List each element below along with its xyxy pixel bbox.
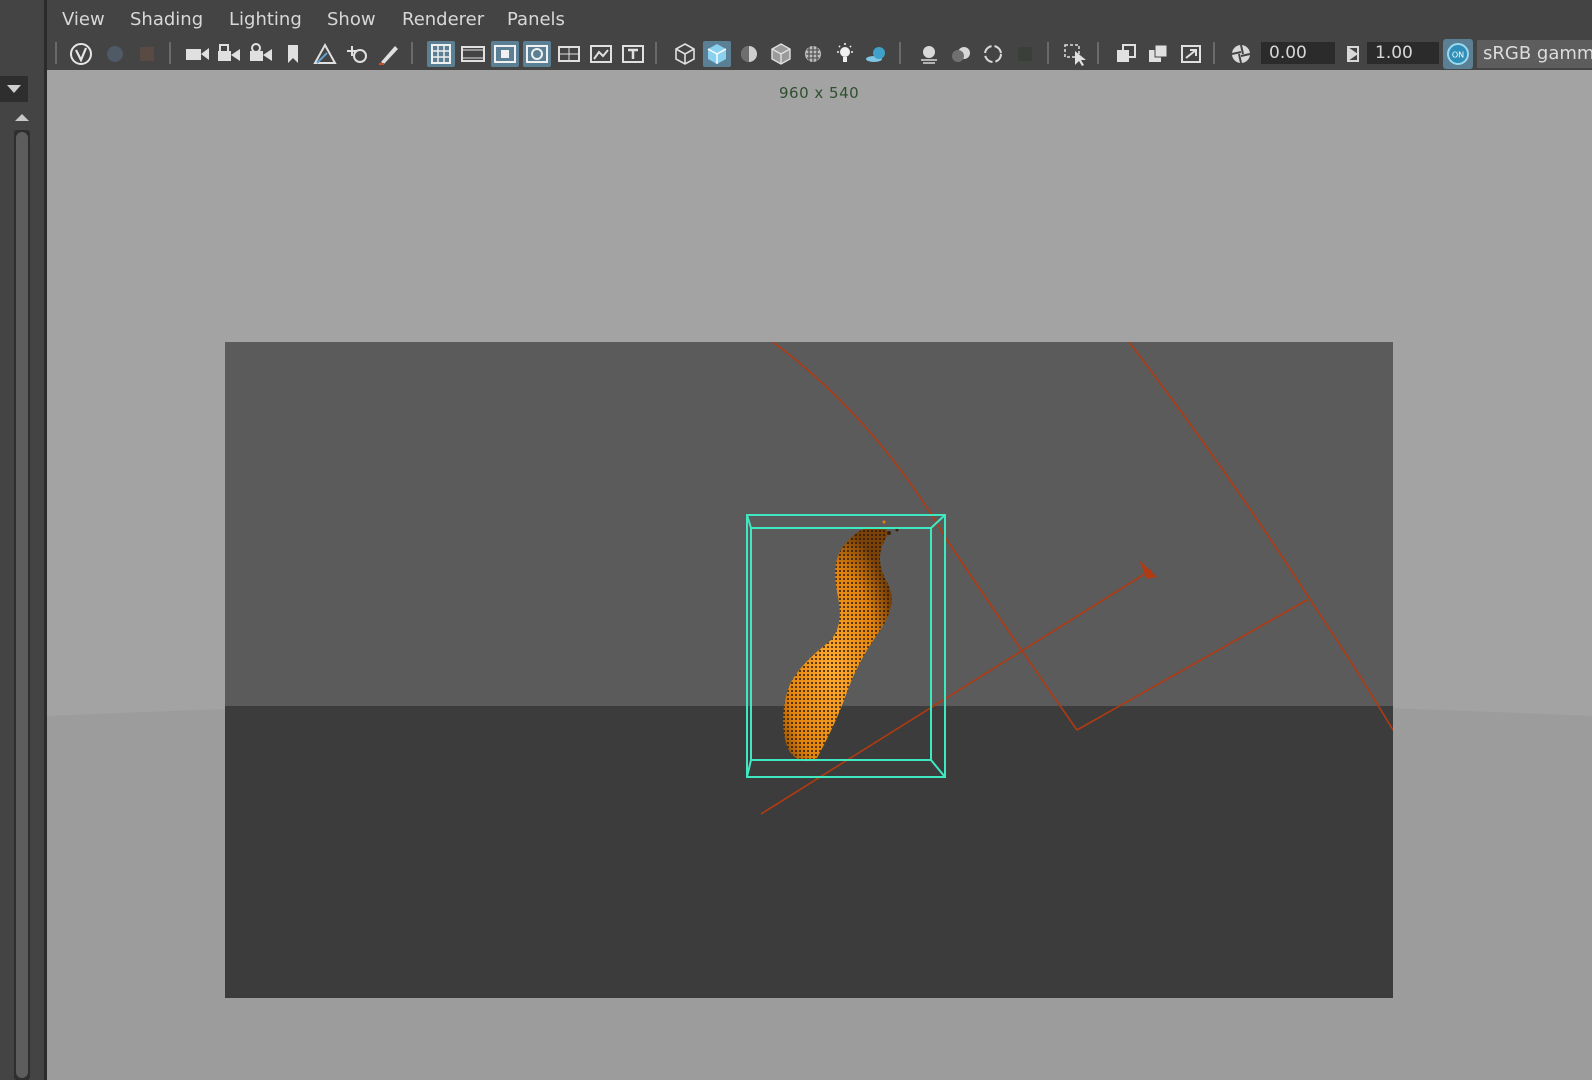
lock-camera-icon[interactable] xyxy=(215,41,243,67)
screen-space-ao-icon[interactable] xyxy=(915,41,943,67)
view-transform-dropdown[interactable]: sRGB gamma xyxy=(1477,40,1592,68)
camera-bookmark-icon[interactable] xyxy=(279,41,307,67)
safe-title-icon[interactable] xyxy=(619,41,647,67)
gamma-field[interactable]: 1.00 xyxy=(1367,42,1439,64)
toolbar-separator xyxy=(1097,42,1099,64)
smooth-shade-icon[interactable] xyxy=(703,41,731,67)
toolbar-separator xyxy=(1047,42,1049,64)
toolbar-separator xyxy=(899,42,901,64)
select-camera-icon[interactable] xyxy=(67,41,95,67)
field-chart-icon[interactable] xyxy=(555,41,583,67)
toolbar-separator xyxy=(655,42,657,64)
anti-aliasing-icon[interactable] xyxy=(979,41,1007,67)
left-scrollbar[interactable] xyxy=(14,130,30,1080)
2d-pan-zoom-icon[interactable] xyxy=(343,41,371,67)
color-management-badge: ON xyxy=(1452,51,1464,60)
menu-view[interactable]: View xyxy=(62,9,105,30)
menu-renderer[interactable]: Renderer xyxy=(402,9,484,30)
toolbar-separator xyxy=(169,42,171,64)
film-gate-icon[interactable] xyxy=(459,41,487,67)
3d-viewport[interactable]: 960 x 540 xyxy=(47,70,1592,1080)
wireframe-icon[interactable] xyxy=(671,41,699,67)
xray-joints-icon[interactable] xyxy=(1145,41,1173,67)
chevron-down-icon xyxy=(7,85,21,93)
motion-blur-icon[interactable] xyxy=(947,41,975,67)
left-scrollbar-thumb[interactable] xyxy=(16,132,28,1078)
exposure-icon[interactable] xyxy=(1227,41,1255,67)
grid-icon[interactable] xyxy=(427,41,455,67)
toolbar-separator xyxy=(1213,42,1215,64)
camera-attributes-icon[interactable] xyxy=(101,41,129,67)
isolate-select-icon[interactable] xyxy=(1061,41,1089,67)
menu-lighting[interactable]: Lighting xyxy=(229,9,302,30)
shadows-icon[interactable] xyxy=(863,41,891,67)
color-management-icon[interactable]: ON xyxy=(1443,39,1473,69)
panel-toolbar: 0.00 1.00 ON sRGB gamma xyxy=(47,37,1592,71)
resolution-gate-icon[interactable] xyxy=(491,41,519,67)
gamma-icon[interactable] xyxy=(1339,41,1367,67)
depth-of-field-icon[interactable] xyxy=(1011,41,1039,67)
textured-icon[interactable] xyxy=(799,41,827,67)
grease-pencil-icon[interactable] xyxy=(375,41,403,67)
use-all-lights-icon[interactable] xyxy=(831,41,859,67)
image-plane-icon[interactable] xyxy=(311,41,339,67)
toolbar-separator xyxy=(55,42,57,64)
panel-menu-bar: View Shading Lighting Show Renderer Pane… xyxy=(47,0,1592,37)
scroll-up-arrow-icon[interactable] xyxy=(14,112,30,122)
menu-show[interactable]: Show xyxy=(327,9,376,30)
bookmark-icon[interactable] xyxy=(133,41,161,67)
wireframe-on-shaded-icon[interactable] xyxy=(767,41,795,67)
gate-mask-icon[interactable] xyxy=(523,41,551,67)
menu-shading[interactable]: Shading xyxy=(130,9,203,30)
xray-icon[interactable] xyxy=(1113,41,1141,67)
camera-icon[interactable] xyxy=(183,41,211,67)
camera-tumble-icon[interactable] xyxy=(247,41,275,67)
xray-components-icon[interactable] xyxy=(1177,41,1205,67)
resolution-gate-label: 960 x 540 xyxy=(779,84,860,102)
exposure-field[interactable]: 0.00 xyxy=(1261,42,1335,64)
menu-panels[interactable]: Panels xyxy=(507,9,565,30)
safe-action-icon[interactable] xyxy=(587,41,615,67)
model-panel: View Shading Lighting Show Renderer Pane… xyxy=(47,0,1592,1080)
default-lighting-icon[interactable] xyxy=(735,41,763,67)
viewport-scene xyxy=(47,70,1592,1080)
panel-collapse-button[interactable] xyxy=(0,76,28,102)
toolbar-separator xyxy=(411,42,413,64)
left-shelf-strip xyxy=(0,0,44,1080)
